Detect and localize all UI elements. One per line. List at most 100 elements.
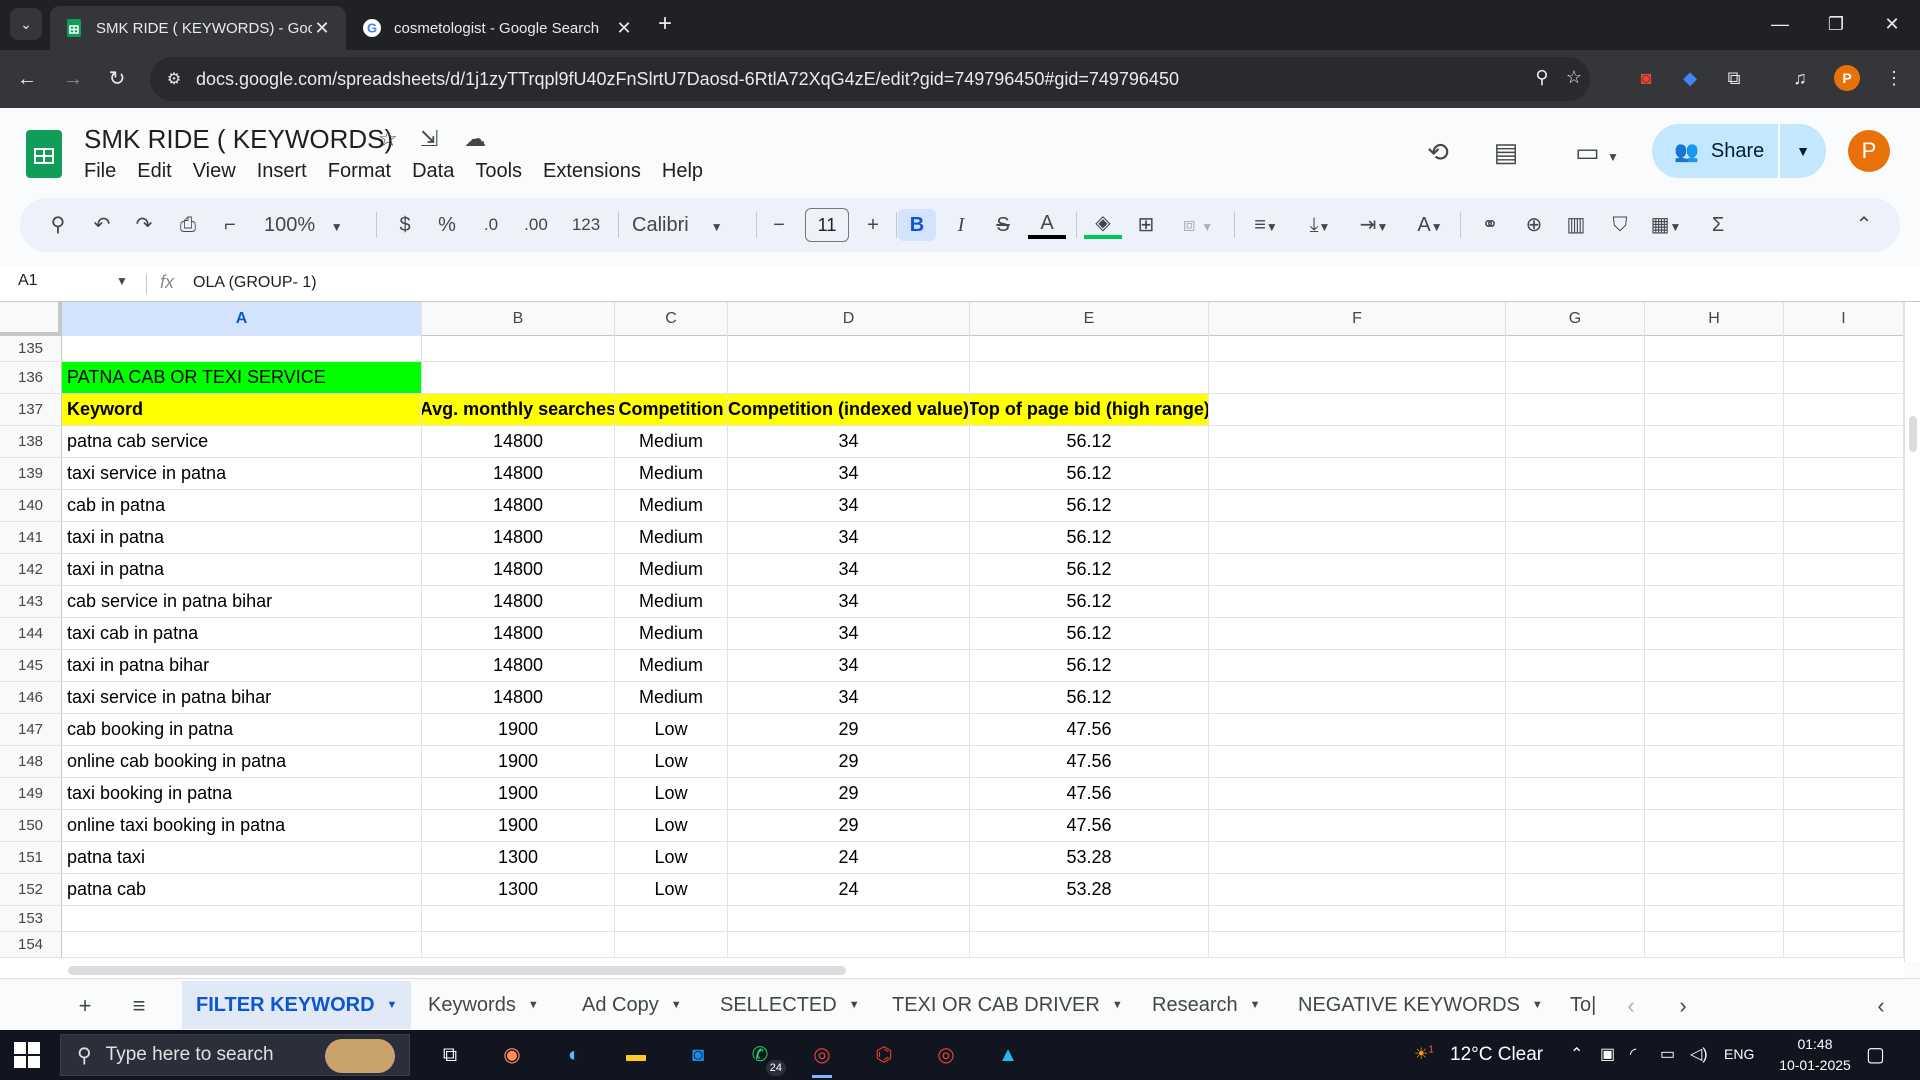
cell-f[interactable] [1209,650,1506,681]
cell-a[interactable]: taxi booking in patna [62,778,422,809]
cell-i[interactable] [1784,490,1904,521]
cell-g[interactable] [1506,426,1645,457]
increase-decimal-button[interactable]: .00 [516,209,556,241]
row-number[interactable]: 144 [0,618,62,649]
acrobat-icon[interactable]: ⌬ [866,1038,902,1072]
cell-a[interactable]: taxi in patna [62,522,422,553]
cell-b[interactable]: 14800 [422,490,615,521]
add-sheet-icon[interactable]: + [68,991,102,1021]
sheet-tab[interactable]: Research ▼ [1138,981,1275,1029]
cell-i[interactable] [1784,554,1904,585]
cell-e[interactable] [970,932,1209,957]
row-number[interactable]: 141 [0,522,62,553]
menu-insert[interactable]: Insert [257,160,307,183]
browser-menu-icon[interactable]: ⋮ [1880,64,1908,92]
name-box[interactable]: A1 [18,272,38,290]
cell-d[interactable]: 29 [728,714,970,745]
cell-e[interactable]: 56.12 [970,618,1209,649]
column-header-a[interactable]: A [62,302,422,336]
extensions-puzzle-icon[interactable]: ⧉ [1720,64,1748,92]
horizontal-scrollbar[interactable] [0,962,1904,978]
all-sheets-icon[interactable]: ≡ [122,991,156,1021]
vertical-scroll-thumb[interactable] [1909,416,1917,452]
cell-b[interactable]: 1900 [422,778,615,809]
cell-b[interactable]: 14800 [422,618,615,649]
cell-a[interactable]: Keyword [62,394,422,425]
cell-d[interactable]: 29 [728,810,970,841]
weather-text[interactable]: 12°C Clear [1450,1044,1543,1066]
strikethrough-icon[interactable]: S [984,209,1022,241]
menu-format[interactable]: Format [328,160,391,183]
row-number[interactable]: 140 [0,490,62,521]
cell-g[interactable] [1506,554,1645,585]
star-icon[interactable]: ☆ [378,126,398,152]
address-bar[interactable]: ⚙ docs.google.com/spreadsheets/d/1j1zyTT… [150,57,1590,101]
cell-b[interactable] [422,932,615,957]
cell-c[interactable]: Medium [615,618,728,649]
sheet-tab-menu-icon[interactable]: ▼ [849,999,860,1011]
sheets-logo-icon[interactable] [26,130,62,178]
cell-f[interactable] [1209,932,1506,957]
increase-font-size-icon[interactable]: + [858,209,888,241]
cell-g[interactable] [1506,618,1645,649]
cell-g[interactable] [1506,336,1645,361]
cell-h[interactable] [1645,394,1784,425]
cell-c[interactable]: Low [615,778,728,809]
cell-d[interactable]: 34 [728,522,970,553]
cell-a[interactable]: patna cab [62,874,422,905]
decrease-decimal-button[interactable]: .0 [474,209,508,241]
sheet-tab-menu-icon[interactable]: ▼ [387,999,398,1011]
cell-e[interactable] [970,336,1209,361]
cell-e[interactable]: 47.56 [970,714,1209,745]
percent-format-button[interactable]: % [432,209,462,241]
menu-file[interactable]: File [84,160,116,183]
cell-g[interactable] [1506,362,1645,393]
cell-e[interactable]: 56.12 [970,522,1209,553]
sheet-tab[interactable]: FILTER KEYWORD ▼ [182,981,412,1029]
cell-h[interactable] [1645,458,1784,489]
notifications-icon[interactable]: ▢ [1866,1042,1885,1067]
cell-a[interactable]: taxi service in patna [62,458,422,489]
cell-c[interactable]: Medium [615,426,728,457]
column-header-g[interactable]: G [1506,302,1645,336]
cell-c[interactable]: Medium [615,522,728,553]
row-number[interactable]: 137 [0,394,62,425]
column-header-e[interactable]: E [970,302,1209,336]
cell-i[interactable] [1784,682,1904,713]
cell-c[interactable]: Medium [615,682,728,713]
cell-h[interactable] [1645,586,1784,617]
cell-e[interactable]: 56.12 [970,650,1209,681]
show-hidden-icons-icon[interactable]: ⌃ [1570,1044,1583,1064]
edge-icon[interactable]: ◐ [556,1038,592,1072]
cell-i[interactable] [1784,458,1904,489]
chrome-icon[interactable]: ◎ [804,1038,840,1078]
browser-profile-avatar[interactable]: P [1834,65,1860,91]
borders-icon[interactable]: ⊞ [1128,209,1164,241]
row-number[interactable]: 145 [0,650,62,681]
cell-b[interactable]: 1300 [422,842,615,873]
comments-icon[interactable]: ▤ [1486,132,1526,172]
new-tab-icon[interactable]: + [650,10,680,40]
bookmark-star-icon[interactable]: ☆ [1562,67,1586,91]
fill-color-icon[interactable]: ◈ [1084,209,1122,239]
task-view-icon[interactable]: ⧉ [432,1038,468,1072]
menu-tools[interactable]: Tools [475,160,522,183]
menu-edit[interactable]: Edit [137,160,171,183]
cell-f[interactable] [1209,874,1506,905]
cell-g[interactable] [1506,458,1645,489]
cell-d[interactable]: 34 [728,490,970,521]
cell-i[interactable] [1784,932,1904,957]
cell-b[interactable]: 14800 [422,522,615,553]
cell-a[interactable]: taxi in patna bihar [62,650,422,681]
zoom-select[interactable]: 100% ▼ [264,209,354,241]
cell-e[interactable]: 56.12 [970,490,1209,521]
cell-a[interactable]: online cab booking in patna [62,746,422,777]
cell-c[interactable]: Low [615,810,728,841]
cell-h[interactable] [1645,842,1784,873]
language-indicator[interactable]: ENG [1724,1046,1754,1062]
cell-d[interactable]: 34 [728,682,970,713]
reload-icon[interactable]: ↻ [100,62,134,96]
cell-f[interactable] [1209,810,1506,841]
column-header-h[interactable]: H [1645,302,1784,336]
cell-h[interactable] [1645,932,1784,957]
